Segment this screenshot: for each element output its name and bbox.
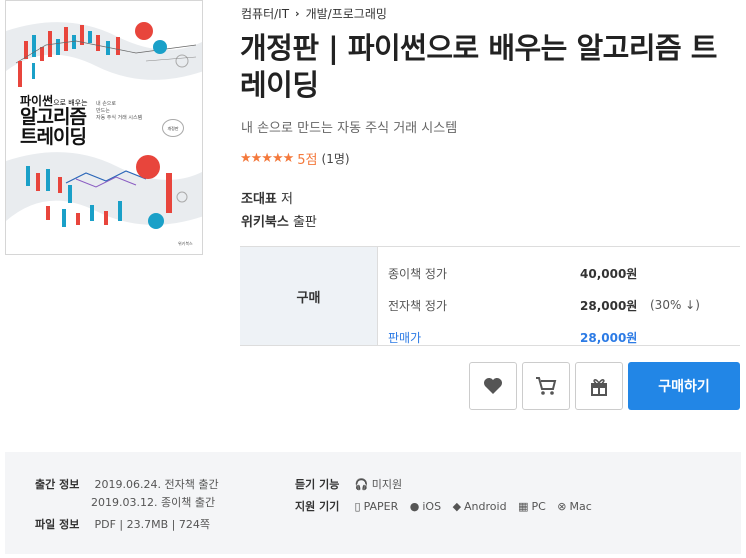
- headphones-icon: 🎧: [354, 478, 369, 491]
- wishlist-button[interactable]: [469, 362, 517, 410]
- gift-icon: [591, 379, 607, 396]
- price-row-sale: 판매가 28,000원: [388, 321, 740, 353]
- price-discount: (30% ↓): [650, 298, 700, 312]
- cover-subtitle: 내 손으로 만드는 자동 주식 거래 시스템: [96, 101, 156, 121]
- price-value: 28,000원: [580, 330, 638, 345]
- pub-label: 출간 정보: [35, 478, 80, 491]
- pub-date-ebook: 2019.06.24. 전자책 출간: [94, 478, 219, 491]
- device-paper: ▯ PAPER: [355, 500, 399, 513]
- price-row-ebook: 전자책 정가 28,000원 (30% ↓): [388, 289, 740, 321]
- price-key: 전자책 정가: [388, 298, 448, 313]
- device-mac: ⊗ Mac: [557, 500, 592, 513]
- cart-icon: [536, 377, 557, 395]
- device-android: ◆ Android: [453, 500, 507, 513]
- breadcrumb-category[interactable]: 컴퓨터/IT: [241, 5, 289, 22]
- listen-value: 미지원: [371, 478, 403, 491]
- author-line: 조대표 저: [241, 188, 293, 207]
- cover-title-line3: 트레이딩: [20, 125, 87, 148]
- device-name: PAPER: [363, 500, 399, 513]
- cover-title-line2: 알고리즘: [20, 105, 87, 128]
- price-label: 구매: [240, 247, 378, 345]
- book-subtitle: 내 손으로 만드는 자동 주식 거래 시스템: [241, 121, 458, 136]
- price-key: 판매가: [388, 330, 422, 345]
- price-rows: 종이책 정가 40,000원 전자책 정가 28,000원 (30% ↓) 판매…: [378, 247, 740, 345]
- device-name: iOS: [422, 500, 442, 513]
- pub-info: 출간 정보 2019.06.24. 전자책 출간: [35, 476, 219, 492]
- cover-sub-line: 만드는: [96, 107, 110, 114]
- listen-label: 듣기 기능: [295, 478, 340, 491]
- author-name[interactable]: 조대표: [241, 192, 277, 207]
- device-label: 지원 기기: [295, 500, 340, 513]
- paper-icon: ▯: [354, 500, 361, 513]
- apple-icon: ●: [409, 500, 420, 513]
- cover-publisher: 위키북스: [178, 241, 193, 246]
- file-value: PDF | 23.7MB | 724쪽: [94, 518, 210, 531]
- chevron-right-icon: ›: [295, 7, 300, 20]
- breadcrumb-subcategory[interactable]: 개발/프로그래밍: [306, 5, 387, 22]
- rating[interactable]: ★★★★★ 5점 (1명): [240, 149, 350, 168]
- heart-icon: [484, 378, 502, 394]
- windows-icon: ▦: [518, 500, 529, 513]
- publisher-name[interactable]: 위키북스: [241, 215, 289, 230]
- price-value: 28,000원: [580, 298, 638, 313]
- cover-sub-line: 내 손으로: [96, 101, 116, 107]
- star-rating-icon: ★★★★★: [240, 151, 294, 166]
- gift-button[interactable]: [575, 362, 623, 410]
- book-cover[interactable]: 파이썬으로 배우는 알고리즘 트레이딩 내 손으로 만드는 자동 주식 거래 시…: [5, 0, 203, 255]
- book-title: 개정판 | 파이썬으로 배우는 알고리즘 트레이딩: [240, 31, 717, 102]
- device-name: Mac: [569, 500, 592, 513]
- price-table: 구매 종이책 정가 40,000원 전자책 정가 28,000원 (30% ↓)…: [240, 246, 740, 346]
- rating-score: 5점: [297, 153, 318, 168]
- mac-icon: ⊗: [557, 500, 567, 513]
- publisher-suffix: 출판: [288, 215, 317, 230]
- pub-date-paper: 2019.03.12. 종이책 출간: [91, 496, 216, 509]
- author-suffix: 저: [276, 192, 293, 207]
- device-name: PC: [531, 500, 546, 513]
- breadcrumb: 컴퓨터/IT › 개발/프로그래밍: [241, 5, 387, 22]
- publication-info: 출간 정보 2019.06.24. 전자책 출간 2019.03.12. 종이책…: [5, 452, 741, 554]
- device-pc: ▦ PC: [518, 500, 546, 513]
- publisher-line: 위키북스 출판: [241, 211, 317, 230]
- device-info: 지원 기기 ▯ PAPER ● iOS ◆ Android ▦ PC ⊗ Mac: [295, 498, 600, 514]
- cover-sub-line: 자동 주식 거래 시스템: [96, 114, 143, 121]
- cover-title: 파이썬으로 배우는 알고리즘 트레이딩: [20, 95, 88, 147]
- device-ios: ● iOS: [410, 500, 441, 513]
- listen-info: 듣기 기능 🎧 미지원: [295, 476, 402, 492]
- device-name: Android: [464, 500, 507, 513]
- android-icon: ◆: [452, 500, 462, 513]
- cart-button[interactable]: [522, 362, 570, 410]
- price-row-paper: 종이책 정가 40,000원: [388, 257, 740, 289]
- file-info: 파일 정보 PDF | 23.7MB | 724쪽: [35, 516, 210, 532]
- price-key: 종이책 정가: [388, 266, 448, 281]
- cover-badge: 개정판: [162, 119, 184, 137]
- price-value: 40,000원: [580, 266, 638, 281]
- buy-button[interactable]: 구매하기: [628, 362, 740, 410]
- review-count: (1명): [321, 152, 350, 166]
- file-label: 파일 정보: [35, 518, 80, 531]
